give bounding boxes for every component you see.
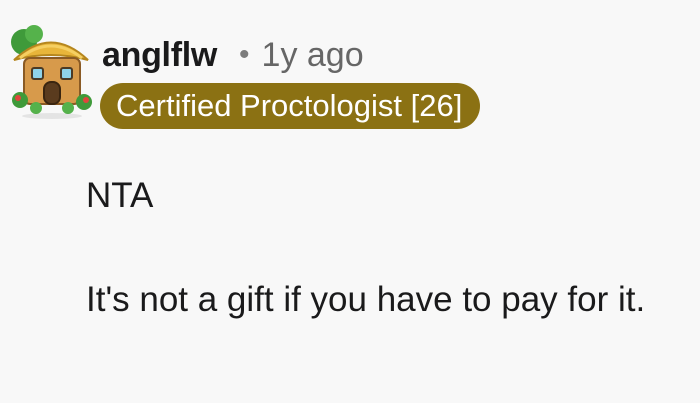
meta-separator: • [239,38,250,71]
comment-paragraph: NTA [86,176,154,215]
comment-body: NTA It's not a gift if you have to pay f… [86,170,686,326]
comment: anglflw • 1y ago Certified Proctologist … [0,0,700,403]
author-username[interactable]: anglflw [102,36,217,75]
comment-meta: anglflw • 1y ago [102,30,364,80]
avatar[interactable] [6,20,96,120]
timestamp[interactable]: 1y ago [262,36,364,75]
user-avatar-icon [11,25,92,119]
user-flair-badge: Certified Proctologist [26] [100,83,481,129]
comment-paragraph: It's not a gift if you have to pay for i… [86,280,646,319]
